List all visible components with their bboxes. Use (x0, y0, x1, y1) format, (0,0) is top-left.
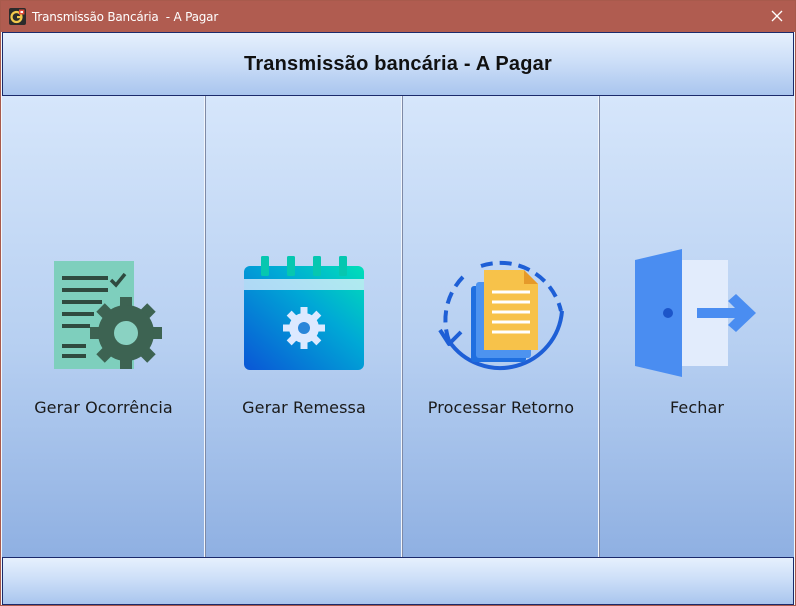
gerar-remessa-button[interactable]: Gerar Remessa (206, 96, 403, 557)
processar-retorno-button[interactable]: Processar Retorno (403, 96, 600, 557)
header-banner: Transmissão bancária - A Pagar (2, 32, 794, 96)
close-icon (771, 10, 783, 22)
window-title: Transmissão Bancária - A Pagar (32, 10, 219, 24)
document-refresh-icon (438, 260, 564, 370)
exit-door-icon (635, 249, 756, 377)
application-window: Transmissão Bancária - A Pagar Transmiss… (0, 0, 796, 606)
calendar-gear-icon (244, 256, 364, 370)
gerar-ocorrencia-label: Gerar Ocorrência (34, 398, 173, 417)
close-button[interactable] (765, 5, 789, 27)
gerar-remessa-label: Gerar Remessa (242, 398, 366, 417)
fechar-button[interactable]: Fechar (600, 96, 794, 557)
fechar-label: Fechar (669, 398, 725, 417)
document-gear-icon (53, 261, 162, 369)
gerar-ocorrencia-button[interactable]: Gerar Ocorrência (2, 96, 206, 557)
processar-retorno-label: Processar Retorno (427, 398, 575, 417)
action-panels: Gerar Ocorrência Gerar Remessa Processar… (2, 96, 794, 557)
app-logo-icon (9, 8, 26, 25)
page-title: Transmissão bancária - A Pagar (244, 52, 552, 75)
footer-bar (2, 557, 794, 605)
title-bar[interactable]: Transmissão Bancária - A Pagar (1, 1, 795, 32)
